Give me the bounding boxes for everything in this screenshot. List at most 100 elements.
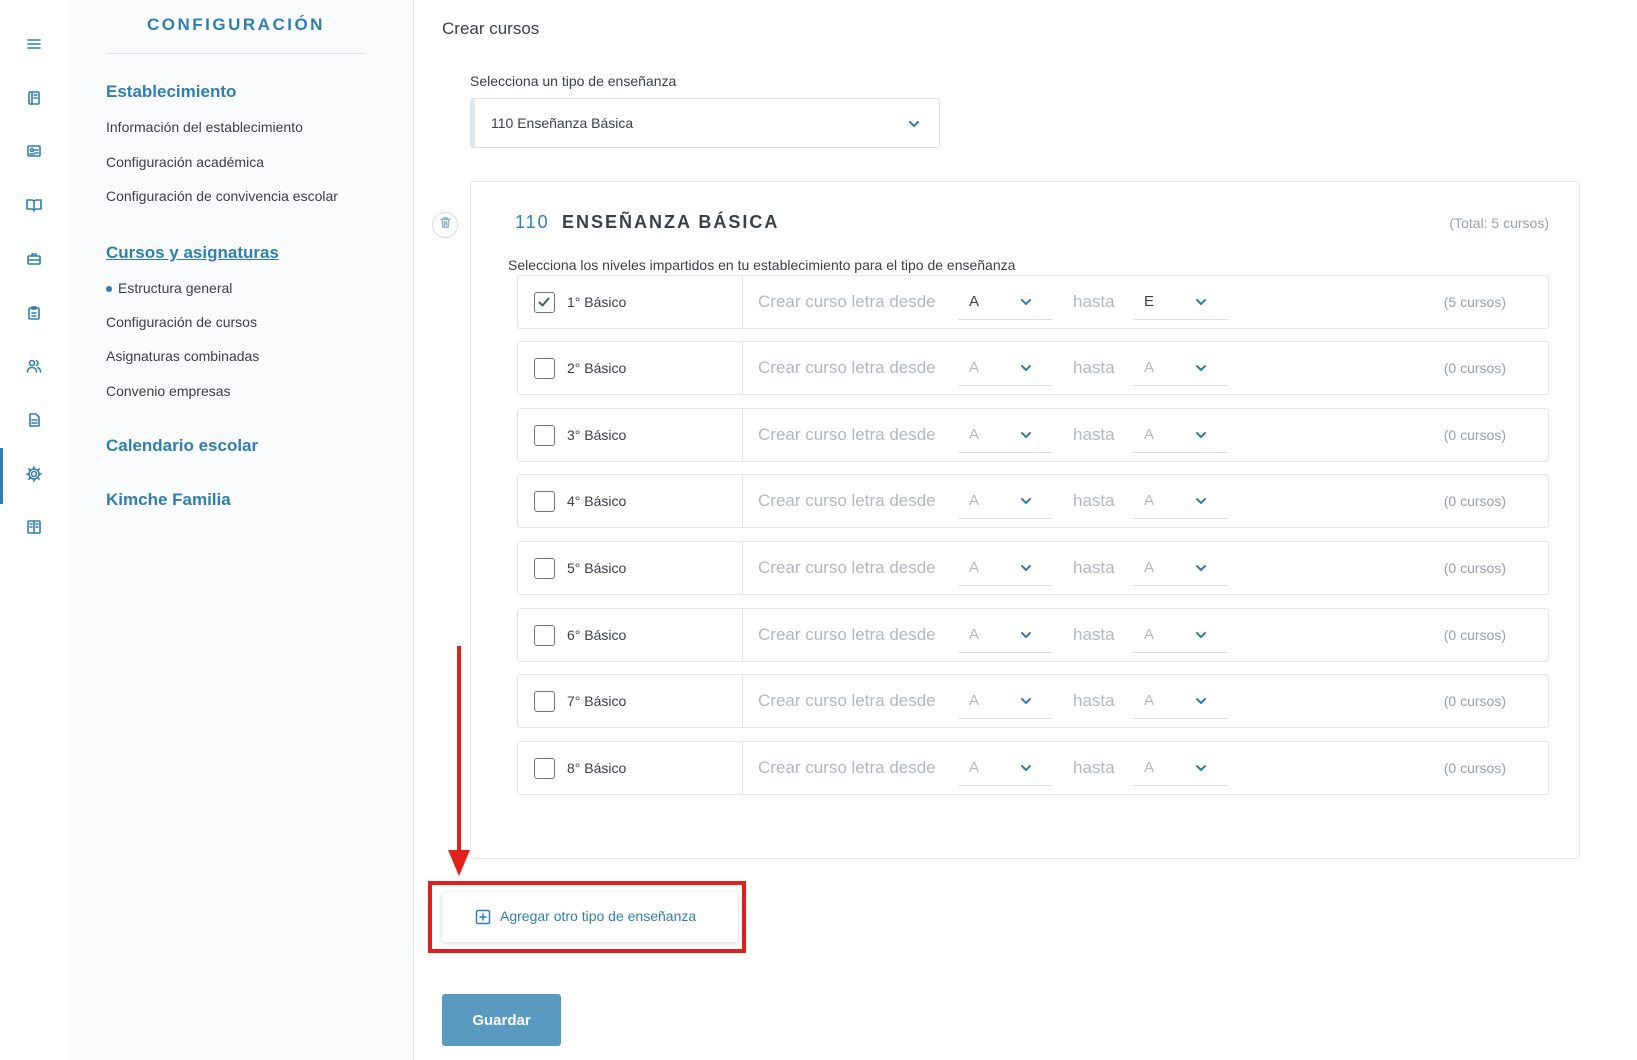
chevron-down-icon (1019, 428, 1033, 442)
chevron-down-icon (1194, 494, 1208, 508)
rail-notebook[interactable] (0, 72, 68, 128)
chevron-down-icon (1019, 761, 1033, 775)
level-row: 5° Básico Crear curso letra desde Ahasta A (… (517, 541, 1549, 595)
chevron-down-icon (1019, 628, 1033, 642)
level-checkbox[interactable] (534, 691, 555, 712)
delete-type-button[interactable] (432, 212, 458, 238)
rail-users[interactable] (0, 340, 68, 396)
to-letter-select[interactable]: A (1133, 552, 1228, 586)
level-course-count: (0 cursos) (1443, 760, 1506, 776)
from-letter-value: A (969, 359, 980, 376)
rail-id-card[interactable] (0, 125, 68, 181)
level-checkbox[interactable] (534, 358, 555, 379)
level-checkbox[interactable] (534, 758, 555, 779)
users-icon (25, 357, 43, 380)
rail-clipboard[interactable] (0, 287, 68, 343)
rail-settings[interactable] (0, 448, 68, 504)
to-letter-select[interactable]: A (1133, 419, 1228, 453)
level-name: 5° Básico (567, 560, 627, 576)
from-letter-value: A (969, 492, 980, 509)
icon-rail (0, 0, 68, 1060)
link-configuracion-convivencia[interactable]: Configuración de convivencia escolar (106, 188, 338, 204)
level-row: 2° Básico Crear curso letra desde Ahasta A (… (517, 341, 1549, 395)
from-letter-select[interactable]: A (958, 752, 1053, 786)
to-letter-value: A (1144, 426, 1155, 443)
to-letter-label: hasta (1073, 558, 1115, 577)
from-letter-select[interactable]: A (958, 552, 1053, 586)
link-informacion-establecimiento[interactable]: Información del establecimiento (106, 119, 303, 135)
level-name: 3° Básico (567, 427, 627, 443)
level-name: 6° Básico (567, 627, 627, 643)
level-checkbox[interactable] (534, 425, 555, 446)
to-letter-select[interactable]: A (1133, 619, 1228, 653)
document-icon (25, 411, 43, 434)
column-divider (742, 276, 743, 328)
from-letter-label: Crear curso letra desde (758, 425, 936, 444)
sidebar-divider (106, 53, 366, 54)
from-letter-select[interactable]: A (958, 352, 1053, 386)
to-letter-select[interactable]: A (1133, 352, 1228, 386)
chevron-down-icon (1194, 361, 1208, 375)
chevron-down-icon (907, 117, 921, 131)
link-configuracion-cursos[interactable]: Configuración de cursos (106, 314, 257, 330)
rail-book[interactable] (0, 179, 68, 235)
notebook-icon (25, 89, 43, 112)
from-letter-select[interactable]: A (958, 485, 1053, 519)
link-estructura-general[interactable]: Estructura general (106, 280, 232, 296)
from-letter-label: Crear curso letra desde (758, 358, 936, 377)
level-checkbox[interactable] (534, 491, 555, 512)
chevron-down-icon (1194, 628, 1208, 642)
card-type-code: 110 (515, 212, 550, 232)
from-letter-label: Crear curso letra desde (758, 625, 936, 644)
to-letter-select[interactable]: A (1133, 485, 1228, 519)
link-asignaturas-combinadas[interactable]: Asignaturas combinadas (106, 348, 259, 364)
column-divider (742, 742, 743, 794)
chevron-down-icon (1019, 561, 1033, 575)
from-letter-value: A (969, 692, 980, 709)
add-education-type-button[interactable]: Agregar otro tipo de enseñanza (442, 892, 738, 942)
to-letter-value: A (1144, 492, 1155, 509)
education-type-select[interactable]: 110 Enseñanza Básica (470, 98, 940, 148)
level-row: 1° Básico Crear curso letra desde Ahasta E (… (517, 275, 1549, 329)
level-course-count: (5 cursos) (1443, 294, 1506, 310)
to-letter-select[interactable]: E (1133, 286, 1228, 320)
to-letter-label: hasta (1073, 758, 1115, 777)
from-letter-value: A (969, 626, 980, 643)
level-course-count: (0 cursos) (1443, 693, 1506, 709)
level-checkbox[interactable] (534, 558, 555, 579)
to-letter-label: hasta (1073, 292, 1115, 311)
link-configuracion-academica[interactable]: Configuración académica (106, 154, 264, 170)
level-name: 7° Básico (567, 693, 627, 709)
card-total-courses: (Total: 5 cursos) (1449, 215, 1549, 231)
card-type-name: ENSEÑANZA BÁSICA (562, 212, 780, 232)
type-select-label: Selecciona un tipo de enseñanza (470, 73, 677, 89)
rail-menu[interactable] (0, 18, 68, 74)
rail-briefcase[interactable] (0, 233, 68, 289)
column-divider (742, 475, 743, 527)
from-letter-select[interactable]: A (958, 419, 1053, 453)
rail-document[interactable] (0, 394, 68, 450)
section-kimche-familia[interactable]: Kimche Familia (106, 490, 231, 510)
level-row: 8° Básico Crear curso letra desde Ahasta A (… (517, 741, 1549, 795)
chevron-down-icon (1194, 694, 1208, 708)
from-letter-value: A (969, 759, 980, 776)
level-checkbox[interactable] (534, 292, 555, 313)
level-course-count: (0 cursos) (1443, 360, 1506, 376)
to-letter-select[interactable]: A (1133, 685, 1228, 719)
chevron-down-icon (1019, 694, 1033, 708)
from-letter-select[interactable]: A (958, 685, 1053, 719)
rail-manual[interactable] (0, 501, 68, 557)
to-letter-select[interactable]: A (1133, 752, 1228, 786)
save-button[interactable]: Guardar (442, 994, 561, 1046)
from-letter-select[interactable]: A (958, 286, 1053, 320)
column-divider (742, 342, 743, 394)
section-establecimiento[interactable]: Establecimiento (106, 82, 236, 102)
link-convenio-empresas[interactable]: Convenio empresas (106, 383, 231, 399)
clipboard-icon (25, 304, 43, 327)
from-letter-select[interactable]: A (958, 619, 1053, 653)
section-cursos-asignaturas[interactable]: Cursos y asignaturas (106, 243, 279, 263)
level-checkbox[interactable] (534, 625, 555, 646)
from-letter-label: Crear curso letra desde (758, 491, 936, 510)
trash-icon (439, 216, 452, 234)
section-calendario-escolar[interactable]: Calendario escolar (106, 436, 258, 456)
